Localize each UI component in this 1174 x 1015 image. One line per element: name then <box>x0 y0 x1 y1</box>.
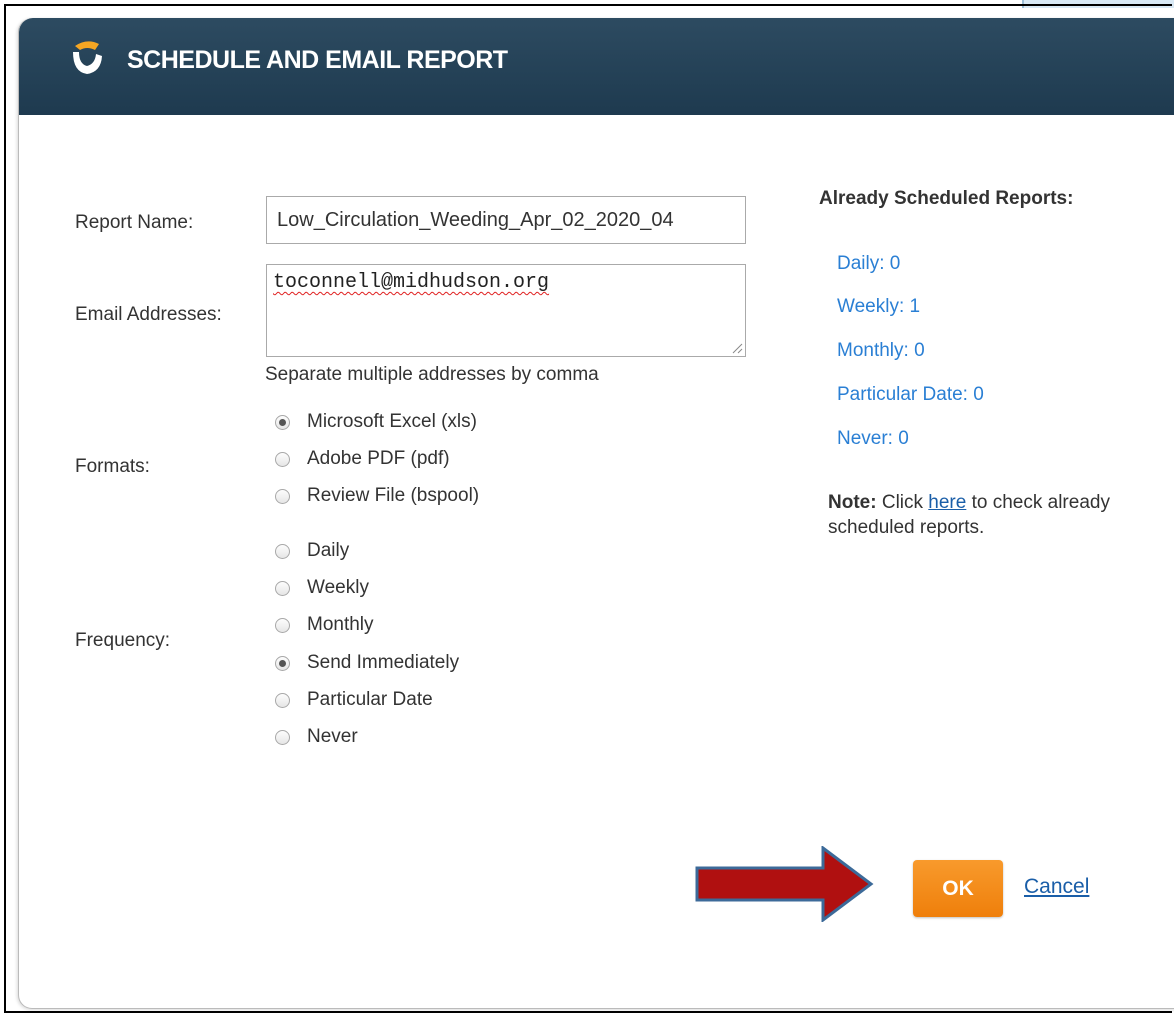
report-name-input[interactable]: Low_Circulation_Weeding_Apr_02_2020_04 <box>266 196 746 244</box>
scheduled-count-monthly[interactable]: Monthly: 0 <box>837 340 925 362</box>
radio-button[interactable] <box>275 580 290 596</box>
frequency-option-label: Monthly <box>307 614 374 635</box>
radio-button[interactable] <box>275 692 290 708</box>
frequency-option-never[interactable]: Never <box>275 723 358 751</box>
resize-grip-icon[interactable] <box>731 342 743 354</box>
frequency-label: Frequency: <box>75 630 171 651</box>
format-option-label: Microsoft Excel (xls) <box>307 411 477 432</box>
frequency-option-label: Never <box>307 726 358 747</box>
scheduled-count-daily[interactable]: Daily: 0 <box>837 253 900 275</box>
format-option-pdf[interactable]: Adobe PDF (pdf) <box>275 445 450 473</box>
radio-button[interactable] <box>275 617 290 633</box>
note-text-before: Click <box>876 492 929 513</box>
radio-button[interactable] <box>275 729 290 745</box>
frequency-option-particular-date[interactable]: Particular Date <box>275 686 433 714</box>
format-option-label: Adobe PDF (pdf) <box>307 448 450 469</box>
frequency-option-monthly[interactable]: Monthly <box>275 611 374 639</box>
dialog-title: SCHEDULE AND EMAIL REPORT <box>127 46 508 74</box>
cancel-link[interactable]: Cancel <box>1024 875 1089 899</box>
report-name-label: Report Name: <box>75 212 194 233</box>
frequency-option-label: Send Immediately <box>307 652 460 673</box>
radio-button[interactable] <box>275 655 290 671</box>
here-link[interactable]: here <box>928 492 966 513</box>
dialog-header: SCHEDULE AND EMAIL REPORT <box>19 18 1174 115</box>
scheduled-note: Note: Click here to check already schedu… <box>828 490 1118 540</box>
email-hint: Separate multiple addresses by comma <box>265 364 599 385</box>
brand-logo-icon <box>73 41 102 74</box>
frequency-option-daily[interactable]: Daily <box>275 537 349 565</box>
format-option-label: Review File (bspool) <box>307 485 480 506</box>
formats-label: Formats: <box>75 456 150 477</box>
ok-button[interactable]: OK <box>913 860 1003 917</box>
schedule-email-dialog: SCHEDULE AND EMAIL REPORT Report Name: L… <box>18 18 1174 1009</box>
frequency-option-weekly[interactable]: Weekly <box>275 574 369 602</box>
email-addresses-textarea[interactable]: toconnell@midhudson.org <box>266 264 746 357</box>
frequency-option-label: Particular Date <box>307 689 433 710</box>
format-option-bspool[interactable]: Review File (bspool) <box>275 482 479 510</box>
scheduled-count-weekly[interactable]: Weekly: 1 <box>837 296 920 318</box>
note-label: Note: <box>828 492 877 513</box>
email-value: toconnell@midhudson.org <box>273 271 550 294</box>
radio-button[interactable] <box>275 488 290 504</box>
callout-arrow-icon <box>695 846 874 922</box>
already-scheduled-title: Already Scheduled Reports: <box>819 188 1074 209</box>
frequency-option-label: Weekly <box>307 577 369 598</box>
scheduled-count-never[interactable]: Never: 0 <box>837 428 909 450</box>
radio-button[interactable] <box>275 451 290 467</box>
scheduled-count-particular-date[interactable]: Particular Date: 0 <box>837 384 984 406</box>
frequency-option-send-immediately[interactable]: Send Immediately <box>275 649 459 677</box>
radio-button[interactable] <box>275 414 290 430</box>
frequency-option-label: Daily <box>307 540 350 561</box>
radio-button[interactable] <box>275 543 290 559</box>
email-addresses-label: Email Addresses: <box>75 304 222 325</box>
format-option-xls[interactable]: Microsoft Excel (xls) <box>275 408 477 436</box>
